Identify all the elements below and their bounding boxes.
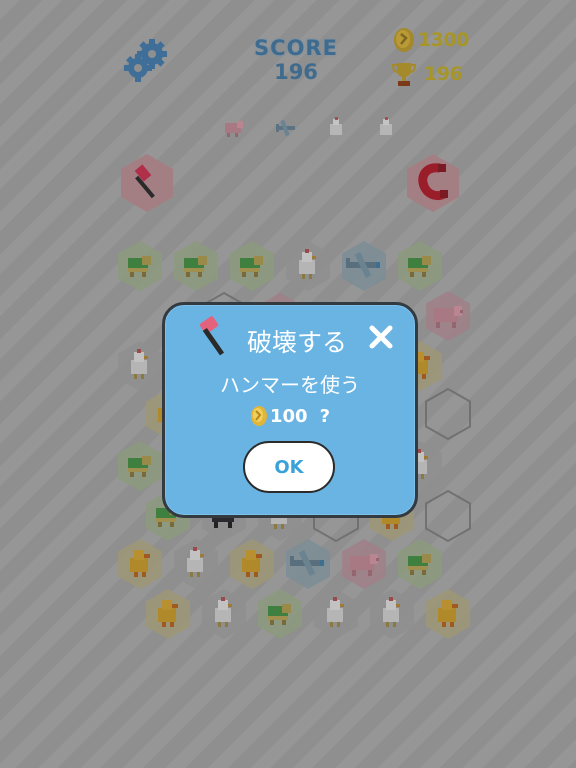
score-label: SCORE	[254, 36, 338, 60]
score-display: SCORE 196	[236, 36, 356, 84]
cost-question-mark: ?	[319, 405, 331, 427]
next-animal-pig-icon	[222, 116, 246, 140]
board-cell-pig[interactable]	[336, 536, 392, 592]
board-cell-turtle[interactable]	[392, 238, 448, 294]
board-cell-turtle[interactable]	[168, 238, 224, 294]
board-cell-chicken[interactable]	[308, 586, 364, 642]
settings-gear-icon[interactable]	[122, 36, 172, 86]
board-cell-pig[interactable]	[420, 288, 476, 344]
board-cell-turtle[interactable]	[252, 586, 308, 642]
best-value: 196	[424, 63, 463, 85]
coins-counter: 1300	[392, 26, 482, 54]
board-cell-plane[interactable]	[336, 238, 392, 294]
board-cell-turtle[interactable]	[112, 438, 168, 494]
dialog-cost: 100 ?	[165, 405, 415, 427]
dialog-message: ハンマーを使う	[220, 373, 360, 397]
next-animal-chicken-icon	[374, 116, 398, 140]
coins-value: 1300	[418, 29, 469, 51]
hammer-powerup-button[interactable]	[116, 152, 178, 214]
board-cell-plane[interactable]	[280, 536, 336, 592]
board-cell-duck[interactable]	[112, 536, 168, 592]
next-animal-chicken-icon	[324, 116, 348, 140]
coin-icon	[250, 406, 267, 426]
board-cell-duck[interactable]	[420, 586, 476, 642]
cost-value: 100	[269, 405, 308, 427]
empty-hex-cell[interactable]	[420, 386, 476, 442]
board-cell-turtle[interactable]	[224, 238, 280, 294]
board-cell-duck[interactable]	[224, 536, 280, 592]
board-cell-turtle[interactable]	[112, 238, 168, 294]
board-cell-chicken[interactable]	[280, 238, 336, 294]
board-cell-turtle[interactable]	[392, 536, 448, 592]
close-icon[interactable]	[367, 323, 395, 351]
board-cell-duck[interactable]	[140, 586, 196, 642]
best-score-counter: 196	[392, 60, 482, 88]
board-cell-chicken[interactable]	[364, 586, 420, 642]
ok-button[interactable]: OK	[243, 441, 335, 493]
score-value: 196	[274, 60, 318, 84]
dialog-title: 破壊する	[247, 328, 348, 357]
magnet-powerup-button[interactable]	[402, 152, 464, 214]
next-animal-plane-icon	[274, 116, 298, 140]
board-cell-chicken[interactable]	[196, 586, 252, 642]
trophy-icon	[392, 63, 416, 86]
hammer-confirm-dialog: 破壊する ハンマーを使う 100 ? OK	[162, 302, 418, 518]
hammer-icon	[197, 313, 237, 363]
coin-icon	[394, 28, 414, 52]
board-cell-chicken[interactable]	[168, 536, 224, 592]
